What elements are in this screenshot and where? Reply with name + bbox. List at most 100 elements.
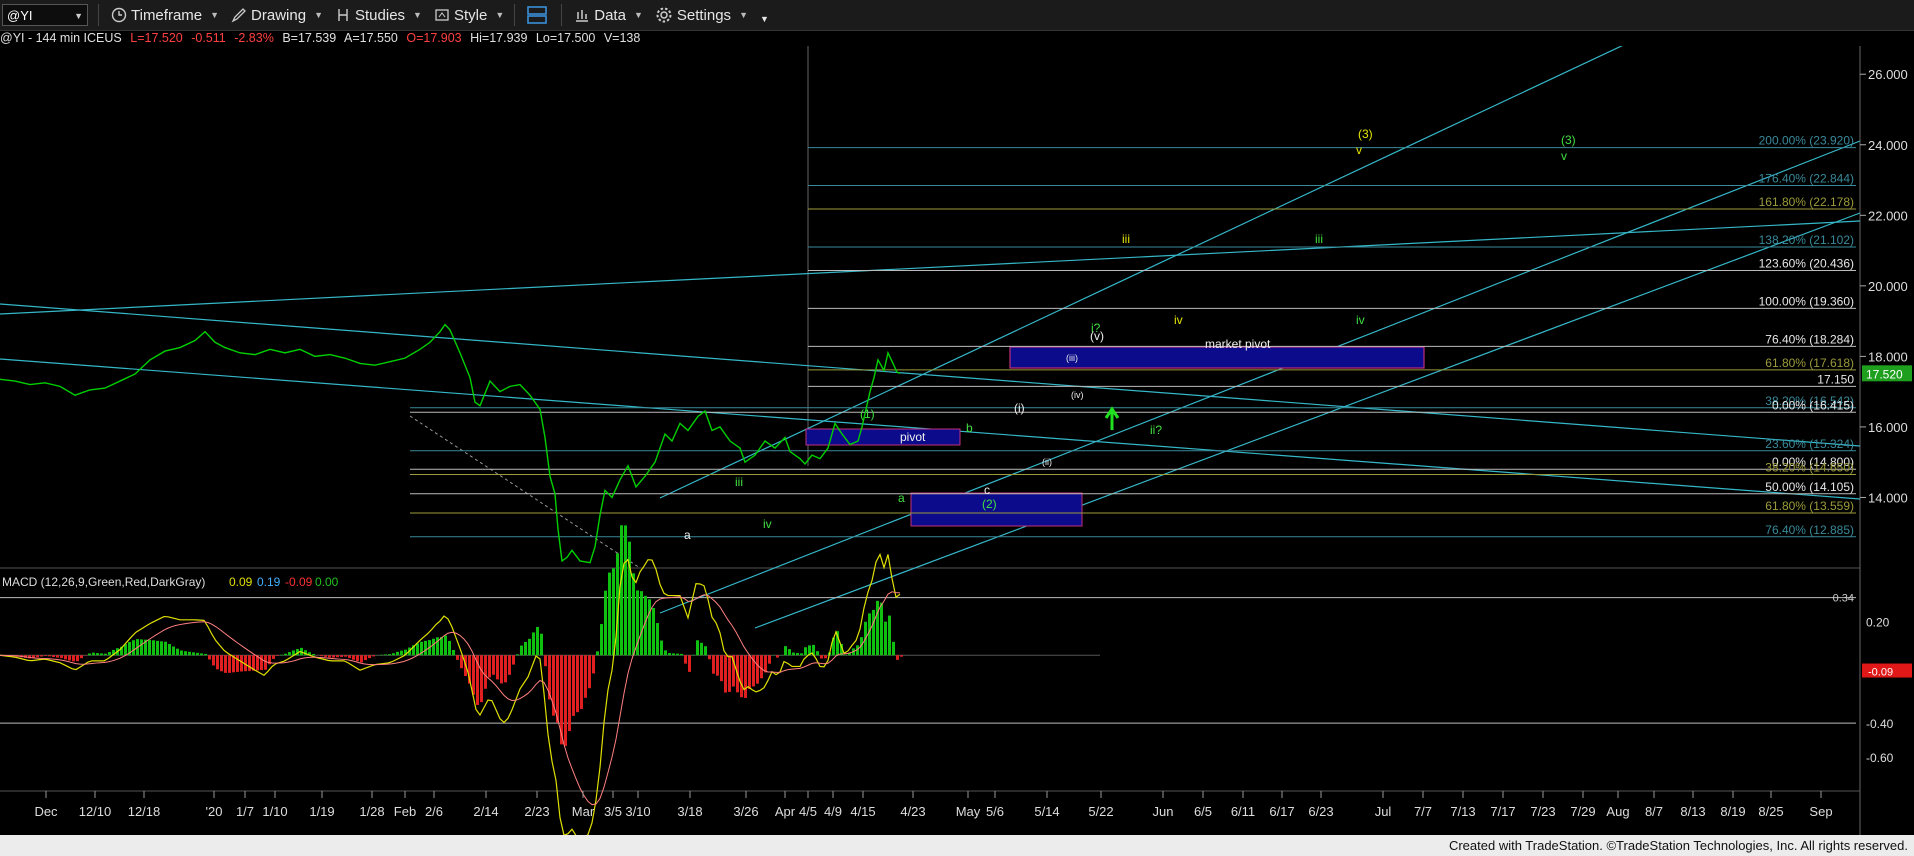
macd-histogram-bar — [804, 647, 807, 656]
wave-label: ii? — [1150, 423, 1162, 437]
macd-histogram-bar — [100, 653, 103, 656]
macd-histogram-bar — [368, 655, 371, 659]
macd-histogram-bar — [400, 650, 403, 656]
macd-histogram-bar — [868, 613, 871, 656]
date-tick-label: 4/9 — [824, 804, 842, 819]
macd-histogram-bar — [712, 655, 715, 674]
drawing-icon — [231, 8, 246, 23]
macd-histogram-bar — [396, 651, 399, 656]
macd-histogram-bar — [628, 541, 631, 656]
date-tick-label: 7/13 — [1450, 804, 1475, 819]
macd-histogram-bar — [728, 655, 731, 692]
macd-histogram-bar — [896, 655, 899, 660]
macd-histogram-bar — [320, 655, 323, 657]
studies-menu[interactable]: Studies ▼ — [335, 7, 422, 24]
macd-histogram-bar — [764, 655, 767, 673]
date-tick-label: 6/5 — [1194, 804, 1212, 819]
macd-histogram-bar — [40, 655, 43, 657]
fib-level-label: 200.00% (23.920) — [1759, 134, 1854, 148]
macd-histogram-bar — [796, 652, 799, 656]
macd-histogram-bar — [708, 655, 711, 660]
macd-histogram-bar — [344, 655, 347, 657]
symbol-desc: @YI - 144 min ICEUS — [0, 31, 122, 45]
volume: V=138 — [603, 31, 641, 45]
macd-histogram-bar — [588, 655, 591, 689]
fib-level-label: 17.150 — [1817, 372, 1854, 386]
date-tick-label: 8/19 — [1720, 804, 1745, 819]
macd-histogram-bar — [648, 599, 651, 656]
fib-level-label: 50.00% (14.105) — [1765, 480, 1854, 494]
chart-canvas[interactable]: 200.00% (23.920) 176.40% (22.844) 161.80% … — [0, 46, 1914, 836]
macd-histogram-bar — [388, 654, 391, 656]
date-tick-label: Jul — [1375, 804, 1392, 819]
wave-label: market pivot — [1205, 337, 1271, 351]
date-tick-label: 3/26 — [733, 804, 758, 819]
macd-histogram-bar — [364, 655, 367, 661]
fib-level-label: 138.20% (21.102) — [1759, 233, 1854, 247]
macd-histogram-bar — [352, 655, 355, 660]
macd-histogram-bar — [716, 655, 719, 676]
data-menu[interactable]: Data ▼ — [574, 7, 643, 24]
wave-label: (1) — [860, 407, 875, 421]
macd-histogram-bar — [36, 655, 39, 658]
drawing-menu[interactable]: Drawing ▼ — [231, 7, 323, 24]
macd-histogram-bar — [64, 655, 67, 660]
date-tick-label: 4/15 — [850, 804, 875, 819]
date-tick-label: 3/18 — [677, 804, 702, 819]
macd-value: 0.09 — [229, 575, 253, 589]
dashed-trend-line — [409, 415, 641, 569]
settings-label: Settings — [676, 6, 732, 24]
data-label: Data — [594, 6, 626, 24]
macd-histogram-bar — [224, 655, 227, 673]
footer: Created with TradeStation. ©TradeStation… — [0, 835, 1914, 856]
macd-histogram-bar — [88, 653, 91, 656]
macd-histogram-bar — [492, 655, 495, 675]
macd-histogram-bar — [96, 653, 99, 656]
macd-histogram-bar — [500, 655, 503, 684]
trend-channel-line — [0, 220, 1861, 315]
macd-histogram-bar — [872, 609, 875, 656]
date-tick-label: 2/14 — [473, 804, 498, 819]
macd-histogram-bar — [540, 633, 543, 656]
macd-histogram-bar — [892, 641, 895, 656]
timeframe-menu[interactable]: Timeframe ▼ — [111, 7, 219, 24]
macd-histogram-bar — [592, 655, 595, 674]
macd-histogram-bar — [384, 654, 387, 656]
macd-histogram-bar — [248, 655, 251, 671]
macd-histogram-bar — [280, 654, 283, 656]
low-price: Lo=17.500 — [535, 31, 596, 45]
macd-histogram-bar — [236, 655, 239, 672]
macd-histogram-bar — [188, 651, 191, 656]
toolbar-overflow-button[interactable]: ▼ — [760, 6, 769, 24]
date-tick-label: May — [956, 804, 981, 819]
macd-histogram-bar — [508, 655, 511, 675]
clock-icon — [111, 7, 127, 23]
macd-histogram-bar — [452, 649, 455, 656]
macd-histogram-bar — [220, 655, 223, 672]
style-menu[interactable]: Style ▼ — [434, 7, 504, 24]
macd-histogram-bar — [620, 525, 623, 656]
macd-histogram-bar — [564, 655, 567, 746]
date-tick-label: Dec — [34, 804, 58, 819]
symbol-selector[interactable]: @YI ▼ — [2, 4, 88, 26]
macd-signal-value: 0.19 — [257, 575, 281, 589]
wave-label: (3) — [1561, 133, 1576, 147]
macd-histogram-bar — [876, 600, 879, 656]
date-tick-label: 7/17 — [1490, 804, 1515, 819]
trend-channel-line — [659, 140, 1861, 614]
net-change: -0.511 — [191, 31, 226, 45]
macd-histogram-bar — [288, 652, 291, 656]
layout-button[interactable] — [527, 5, 551, 25]
settings-menu[interactable]: Settings ▼ — [655, 6, 748, 24]
date-tick-label: 8/13 — [1680, 804, 1705, 819]
toolbar-divider — [514, 4, 516, 26]
data-icon — [576, 10, 589, 22]
macd-histogram-bar — [472, 655, 475, 695]
macd-histogram-bar — [900, 655, 903, 657]
macd-histogram-bar — [532, 632, 535, 656]
price-tick-label: 22.000 — [1868, 208, 1908, 223]
macd-histogram-bar — [584, 655, 587, 698]
macd-histogram-bar — [604, 590, 607, 656]
macd-histogram-bar — [884, 621, 887, 656]
macd-histogram-bar — [348, 655, 351, 659]
